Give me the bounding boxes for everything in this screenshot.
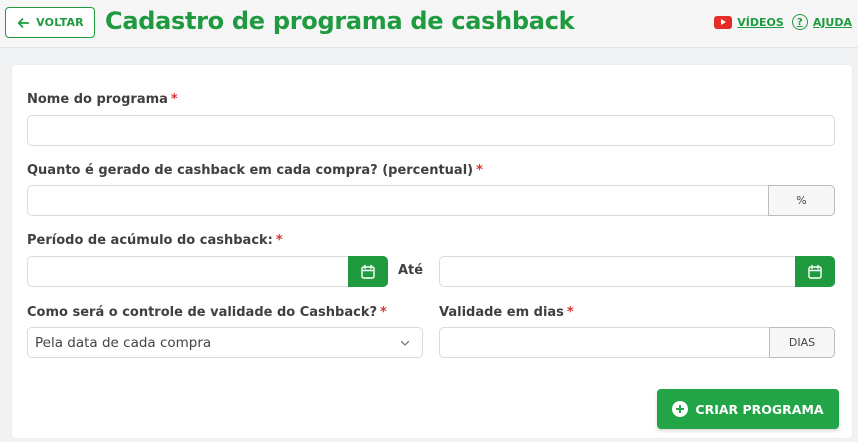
program-name-label-text: Nome do programa [27,92,168,107]
calendar-icon [808,264,822,279]
create-program-button[interactable]: CRIAR PROGRAMA [657,389,839,429]
required-marker: * [476,163,483,178]
required-marker: * [380,305,387,320]
validity-days-input[interactable] [439,327,772,358]
help-link[interactable]: ? AJUDA [791,14,852,30]
program-name-label: Nome do programa * [27,92,178,107]
validity-control-select[interactable]: Pela data de cada compra [27,327,423,358]
validity-days-label-text: Validade em dias [439,305,564,320]
calendar-icon [361,264,375,279]
youtube-icon [714,15,733,29]
validity-control-label-text: Como será o controle de validade do Cash… [27,305,378,320]
required-marker: * [275,233,283,248]
days-addon: DIAS [769,327,835,358]
validity-days-label: Validade em dias * [439,305,574,320]
period-separator: Até [398,263,424,278]
required-marker: * [566,305,574,320]
period-start-calendar-button[interactable] [348,256,388,287]
plus-circle-icon [672,401,689,417]
back-button[interactable]: VOLTAR [5,7,95,38]
page-header: VOLTAR Cadastro de programa de cashback … [0,0,858,48]
create-program-button-label: CRIAR PROGRAMA [695,401,824,417]
period-end-calendar-button[interactable] [795,256,835,287]
help-link-label: AJUDA [812,15,852,29]
period-label: Período de acúmulo do cashback: * [27,233,283,248]
validity-control-selected: Pela data de cada compra [35,334,212,351]
page-title: Cadastro de programa de cashback [105,7,575,35]
cashback-percent-label: Quanto é gerado de cashback em cada comp… [27,163,483,178]
validity-control-label: Como será o controle de validade do Cash… [27,305,387,320]
chevron-down-icon [400,340,410,346]
videos-link-label: VÍDEOS [737,15,784,29]
cashback-percent-input[interactable] [27,185,771,216]
required-marker: * [170,92,178,107]
cashback-percent-label-text: Quanto é gerado de cashback em cada comp… [27,163,474,178]
back-button-label: VOLTAR [36,16,84,29]
top-links: VÍDEOS ? AJUDA [714,14,852,30]
program-name-input[interactable] [27,115,835,146]
videos-link[interactable]: VÍDEOS [714,15,784,29]
help-circle-icon: ? [791,14,808,30]
period-label-text: Período de acúmulo do cashback: [27,233,273,248]
period-start-input[interactable] [27,256,351,287]
period-end-input[interactable] [439,256,799,287]
percent-addon: % [768,185,835,216]
arrow-left-icon [17,17,30,28]
